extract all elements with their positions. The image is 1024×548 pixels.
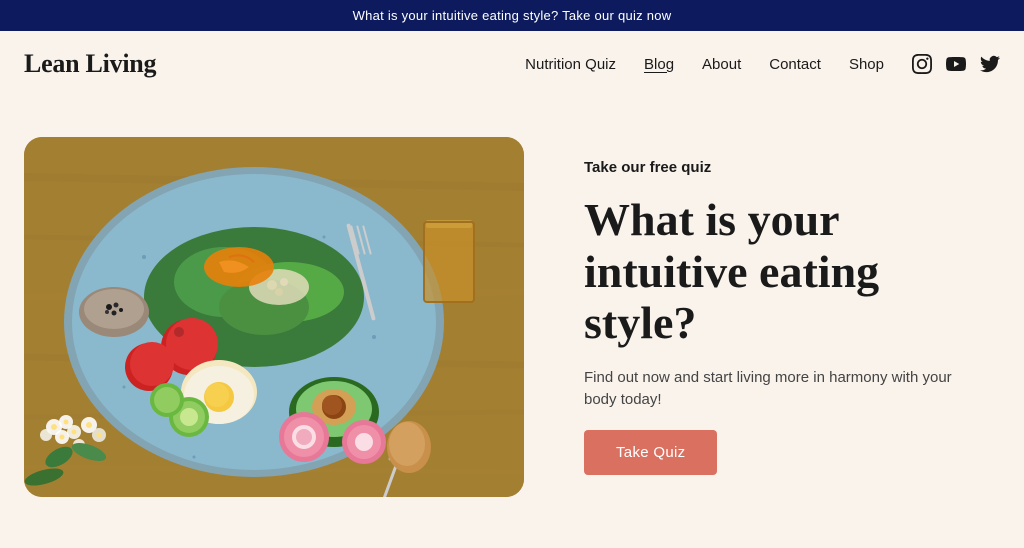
quiz-label: Take our free quiz bbox=[584, 159, 980, 176]
nav-link-contact[interactable]: Contact bbox=[769, 56, 821, 73]
hero-title: What is your intuitive eating style? bbox=[584, 194, 980, 349]
social-icons bbox=[912, 54, 1000, 74]
twitter-icon[interactable] bbox=[980, 54, 1000, 74]
hero-section: Take our free quiz What is your intuitiv… bbox=[0, 97, 1024, 537]
hero-subtitle: Find out now and start living more in ha… bbox=[584, 367, 980, 412]
nav-link-shop[interactable]: Shop bbox=[849, 56, 884, 73]
instagram-icon[interactable] bbox=[912, 54, 932, 74]
announcement-bar: What is your intuitive eating style? Tak… bbox=[0, 0, 1024, 31]
youtube-icon[interactable] bbox=[946, 54, 966, 74]
nav-link-nutrition-quiz[interactable]: Nutrition Quiz bbox=[525, 56, 616, 73]
hero-content: Take our free quiz What is your intuitiv… bbox=[584, 159, 1000, 475]
hero-food-image bbox=[24, 137, 524, 497]
take-quiz-button[interactable]: Take Quiz bbox=[584, 430, 717, 475]
site-logo[interactable]: Lean Living bbox=[24, 49, 156, 79]
nav-link-blog[interactable]: Blog bbox=[644, 56, 674, 73]
announcement-text: What is your intuitive eating style? Tak… bbox=[353, 8, 672, 23]
header: Lean Living Nutrition Quiz Blog About Co… bbox=[0, 31, 1024, 97]
nav-link-about[interactable]: About bbox=[702, 56, 741, 73]
main-nav: Nutrition Quiz Blog About Contact Shop bbox=[525, 54, 1000, 74]
